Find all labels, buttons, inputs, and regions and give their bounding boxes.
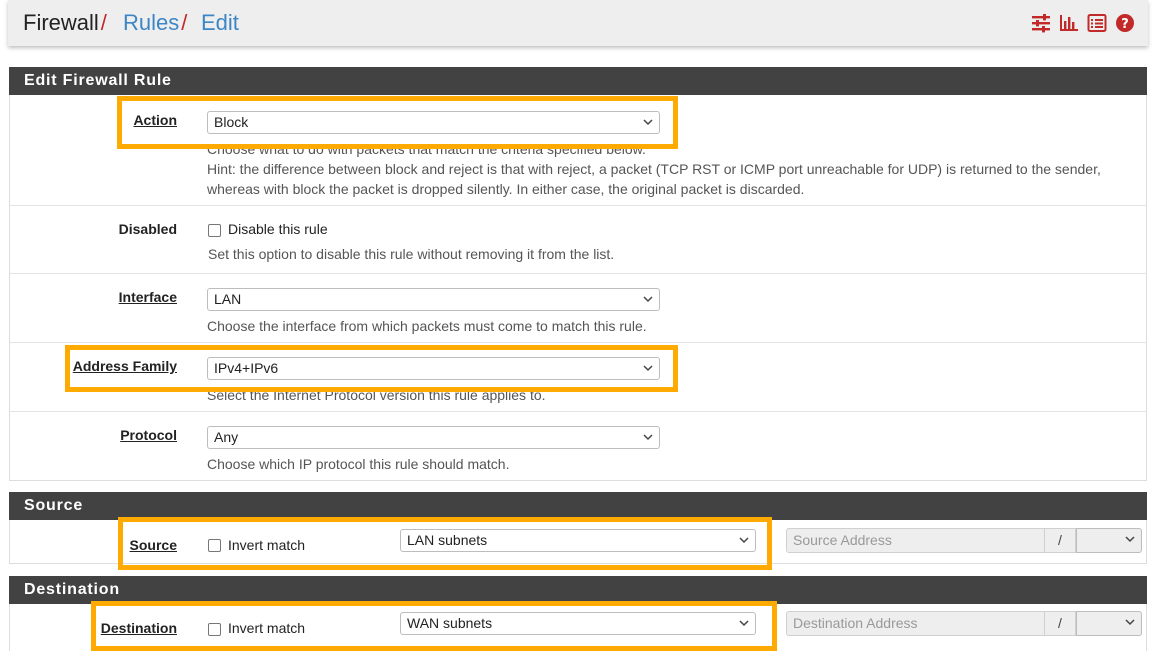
page-header: Firewall/ Rules/ Edit ? <box>8 0 1148 46</box>
disable-rule-checkbox-label[interactable]: Disable this rule <box>228 221 328 237</box>
destination-invert-label[interactable]: Invert match <box>228 620 305 636</box>
sliders-icon[interactable] <box>1031 13 1051 33</box>
action-select[interactable]: Block <box>207 111 660 134</box>
source-slash: / <box>1045 528 1076 553</box>
row-divider <box>9 411 1147 412</box>
chevron-down-icon <box>739 537 749 544</box>
destination-invert-checkbox[interactable] <box>208 623 221 636</box>
chevron-down-icon <box>1125 536 1135 543</box>
chevron-down-icon <box>643 119 653 126</box>
protocol-label: Protocol <box>120 427 177 443</box>
chevron-down-icon <box>643 296 653 303</box>
address-family-label: Address Family <box>72 358 177 374</box>
source-mask-select[interactable] <box>1076 528 1142 553</box>
destination-address-input[interactable]: Destination Address <box>786 611 1045 636</box>
source-invert-label[interactable]: Invert match <box>228 537 305 553</box>
chevron-down-icon <box>1125 619 1135 626</box>
edit-rule-panel-title: Edit Firewall Rule <box>9 67 1147 95</box>
help-icon[interactable]: ? <box>1115 13 1135 33</box>
source-type-select[interactable]: LAN subnets <box>400 529 756 552</box>
interface-label: Interface <box>118 289 177 305</box>
address-family-select[interactable]: IPv4+IPv6 <box>207 357 660 380</box>
row-divider <box>9 205 1147 206</box>
svg-text:?: ? <box>1121 17 1129 32</box>
disabled-help: Set this option to disable this rule wit… <box>208 246 615 262</box>
destination-panel-title: Destination <box>9 576 1147 604</box>
destination-mask-select[interactable] <box>1076 611 1142 636</box>
chevron-down-icon <box>643 365 653 372</box>
breadcrumb-firewall: Firewall/ <box>23 10 107 35</box>
action-label: Action <box>133 112 177 128</box>
action-help: Choose what to do with packets that matc… <box>207 141 646 157</box>
chevron-down-icon <box>739 620 749 627</box>
row-divider <box>9 273 1147 274</box>
action-hint-continued: whereas with block the packet is dropped… <box>207 181 805 197</box>
protocol-help: Choose which IP protocol this rule shoul… <box>207 456 510 472</box>
interface-help: Choose the interface from which packets … <box>207 318 647 334</box>
disable-rule-checkbox[interactable] <box>208 224 221 237</box>
disabled-label: Disabled <box>118 221 177 237</box>
breadcrumb-rules[interactable]: Rules/ <box>123 10 187 36</box>
destination-label: Destination <box>100 620 177 636</box>
row-divider <box>9 342 1147 343</box>
source-label: Source <box>129 537 177 553</box>
source-invert-checkbox[interactable] <box>208 539 221 552</box>
source-panel-title: Source <box>9 492 1147 520</box>
source-address-input[interactable]: Source Address <box>786 528 1045 553</box>
chevron-down-icon <box>643 434 653 441</box>
address-family-help: Select the Internet Protocol version thi… <box>207 387 546 403</box>
breadcrumb-edit[interactable]: Edit <box>201 10 239 36</box>
bar-chart-icon[interactable] <box>1059 13 1079 33</box>
action-hint: Hint: the difference between block and r… <box>207 161 1101 177</box>
destination-slash: / <box>1045 611 1076 636</box>
protocol-select[interactable]: Any <box>207 426 660 449</box>
list-icon[interactable] <box>1087 13 1107 33</box>
interface-select[interactable]: LAN <box>207 288 660 311</box>
destination-type-select[interactable]: WAN subnets <box>400 612 756 635</box>
